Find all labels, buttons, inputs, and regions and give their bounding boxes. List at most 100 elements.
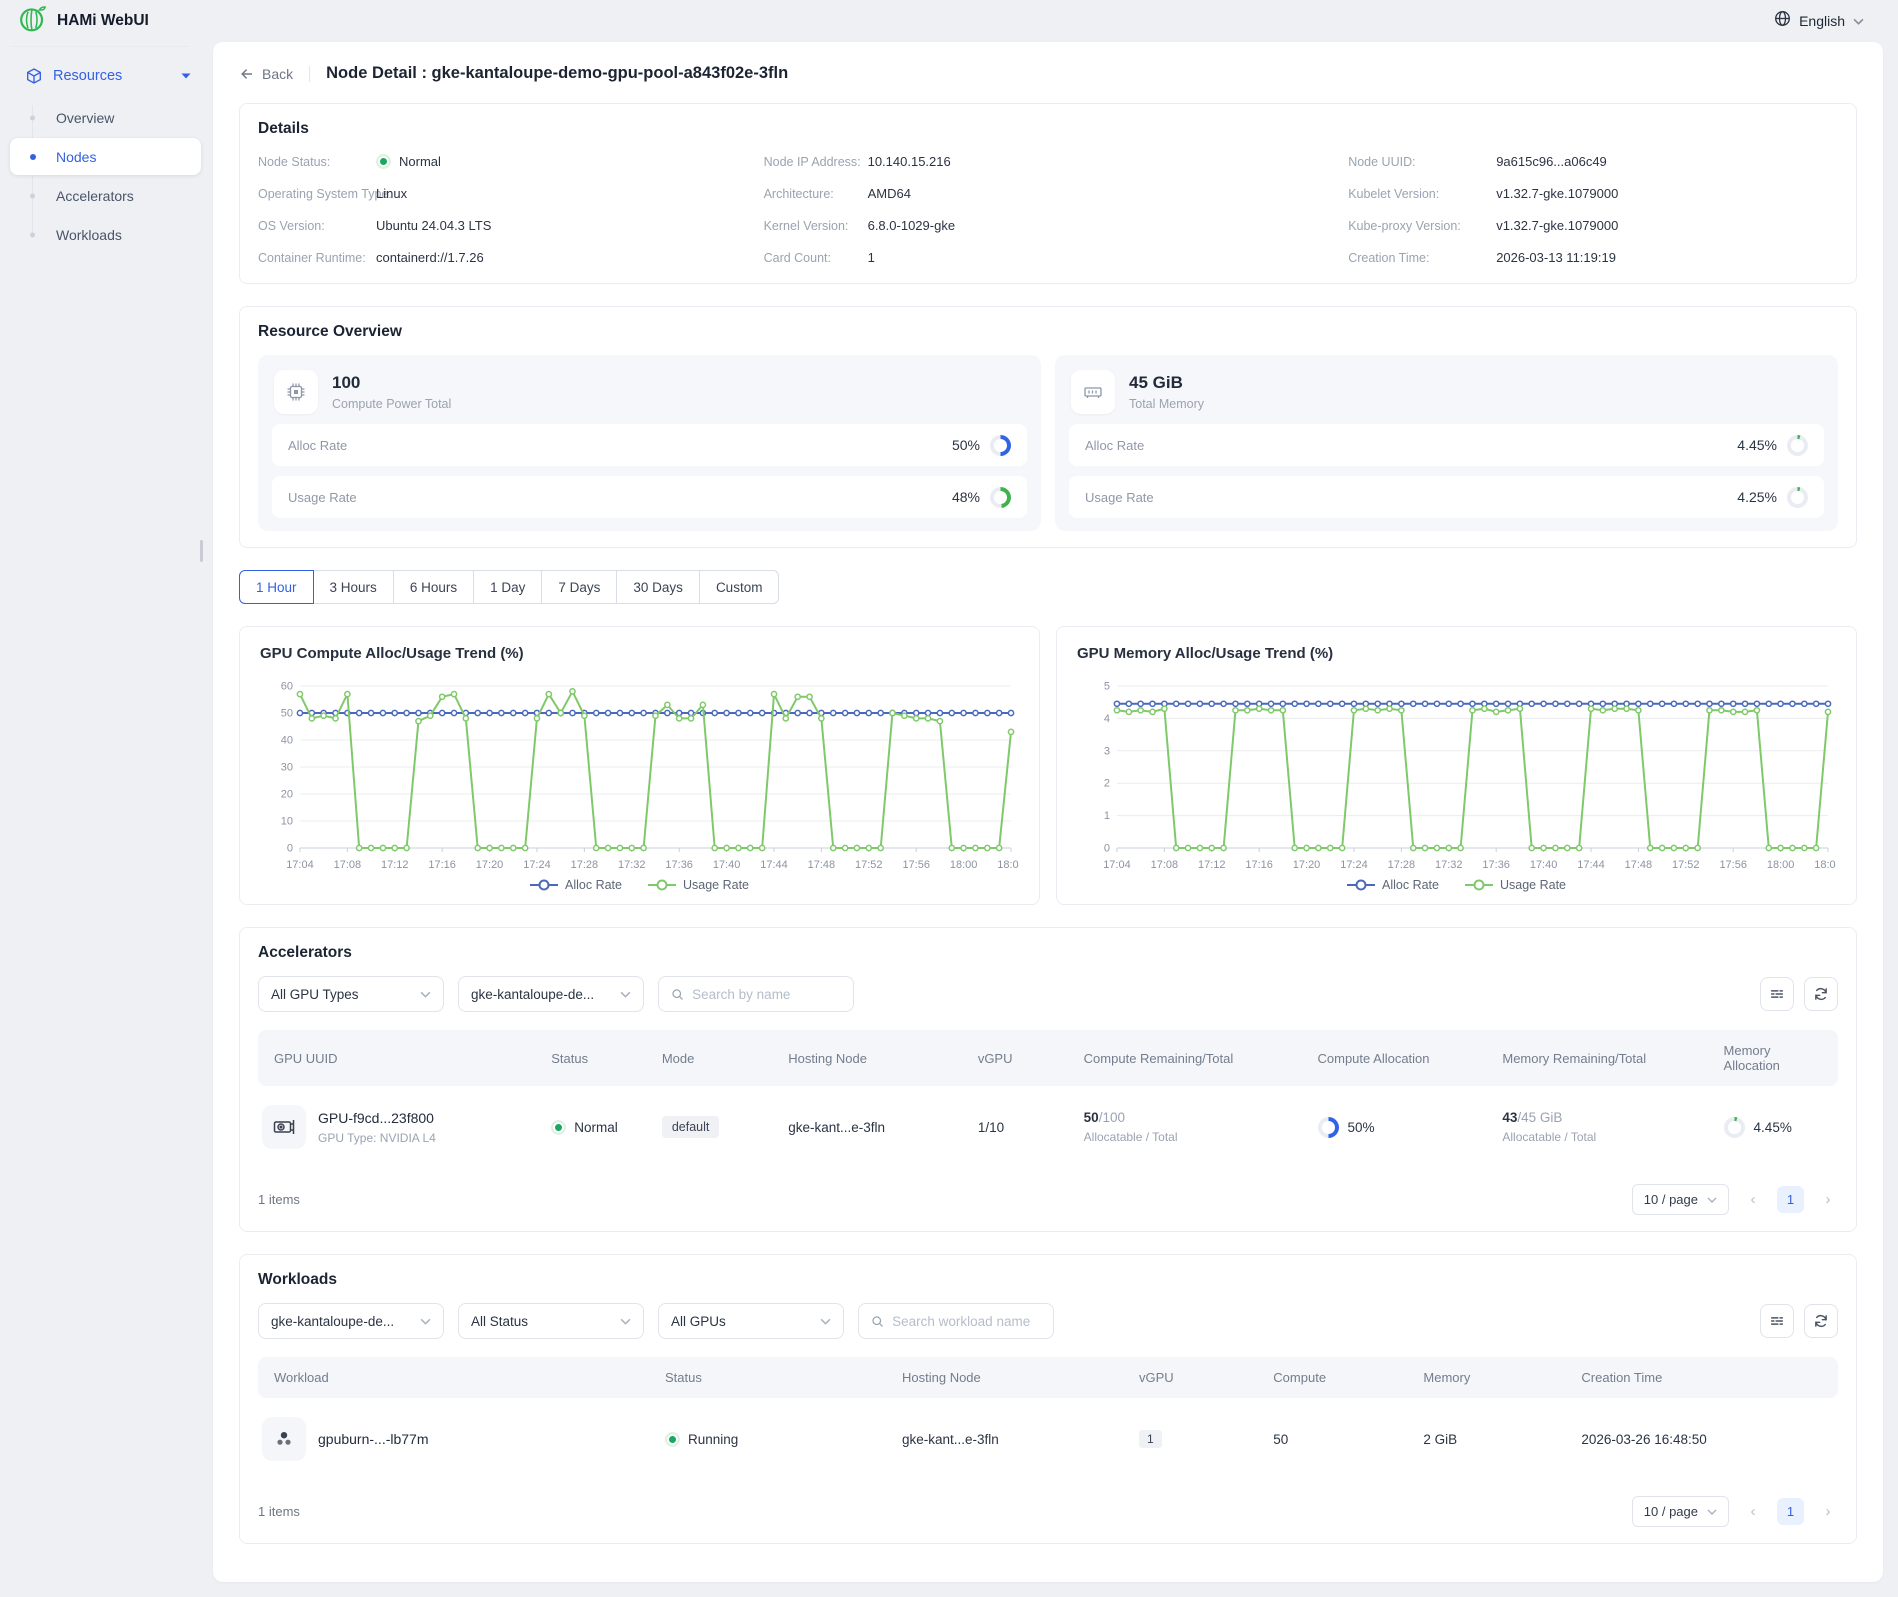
svg-text:17:48: 17:48 <box>1625 859 1652 871</box>
svg-text:50: 50 <box>281 707 293 719</box>
field-label: Card Count: <box>764 251 868 265</box>
accelerator-search-input[interactable] <box>692 987 841 1002</box>
panel-resize-handle[interactable] <box>200 540 203 562</box>
workload-gpu-select-value: All GPUs <box>671 1314 726 1329</box>
workload-node-select-value: gke-kantaloupe-de... <box>271 1314 394 1329</box>
tab-7-days[interactable]: 7 Days <box>541 570 617 604</box>
sidebar-item-workloads[interactable]: Workloads <box>10 216 201 253</box>
svg-text:18:00: 18:00 <box>1767 859 1794 871</box>
status-normal-icon <box>551 1120 566 1135</box>
sidebar-group-resources[interactable]: Resources <box>0 57 213 95</box>
rate-value: 48% <box>952 489 980 505</box>
svg-text:20: 20 <box>281 788 293 800</box>
vgpu-tag: 1 <box>1139 1430 1162 1448</box>
status-badge: Normal <box>551 1120 638 1135</box>
page-number[interactable]: 1 <box>1777 1186 1804 1213</box>
prev-page-button[interactable]: ‹ <box>1743 1503 1763 1520</box>
refresh-button[interactable] <box>1804 1304 1838 1338</box>
col-workload: Workload <box>258 1357 653 1398</box>
refresh-button[interactable] <box>1804 977 1838 1011</box>
col-compute-allocation: Compute Allocation <box>1306 1030 1491 1086</box>
gpu-memory-trend-chart: 01234517:0417:0817:1217:1617:2017:2417:2… <box>1077 678 1836 892</box>
legend-alloc-rate[interactable]: Alloc Rate <box>1347 878 1439 892</box>
workloads-card: Workloads gke-kantaloupe-de... All Statu… <box>239 1254 1857 1544</box>
usage-rate-donut <box>990 487 1011 508</box>
tab-1-day[interactable]: 1 Day <box>473 570 542 604</box>
compute-alloc-rate-row: Alloc Rate 50% <box>272 424 1027 466</box>
gpu-uuid-link[interactable]: GPU-f9cd...23f800 <box>318 1110 436 1126</box>
tab-6-hours[interactable]: 6 Hours <box>393 570 474 604</box>
node-select[interactable]: gke-kantaloupe-de... <box>458 976 644 1012</box>
sidebar-item-nodes[interactable]: Nodes <box>10 138 201 175</box>
field-value: v1.32.7-gke.1079000 <box>1496 186 1838 201</box>
app-title: HAMi WebUI <box>57 12 149 30</box>
compute-usage-rate-row: Usage Rate 48% <box>272 476 1027 518</box>
legend-alloc-rate[interactable]: Alloc Rate <box>530 878 622 892</box>
page-size-select[interactable]: 10 / page <box>1632 1184 1729 1215</box>
page-number[interactable]: 1 <box>1777 1498 1804 1525</box>
resource-overview-card: Resource Overview 100 Compute Power Tota… <box>239 306 1857 548</box>
tab-1-hour[interactable]: 1 Hour <box>239 570 314 604</box>
usage-rate-donut <box>1787 487 1808 508</box>
cpu-chip-icon <box>274 370 318 414</box>
col-compute-remaining: Compute Remaining/Total <box>1072 1030 1306 1086</box>
workload-search-input[interactable] <box>892 1314 1041 1329</box>
back-label: Back <box>262 66 293 82</box>
rate-label: Usage Rate <box>288 490 357 505</box>
next-page-button[interactable]: › <box>1818 1191 1838 1208</box>
pagination: 10 / page ‹ 1 › <box>1632 1496 1838 1527</box>
chart-legend: Alloc Rate Usage Rate <box>260 878 1019 892</box>
svg-text:30: 30 <box>281 761 293 773</box>
brand: HAMi WebUI <box>0 4 149 38</box>
field-label: Node UUID: <box>1348 155 1496 169</box>
legend-usage-rate[interactable]: Usage Rate <box>1465 878 1566 892</box>
prev-page-button[interactable]: ‹ <box>1743 1191 1763 1208</box>
refresh-icon <box>1813 1313 1829 1329</box>
next-page-button[interactable]: › <box>1818 1503 1838 1520</box>
workload-status-select[interactable]: All Status <box>458 1303 644 1339</box>
column-settings-button[interactable] <box>1760 977 1794 1011</box>
cube-icon <box>25 67 43 85</box>
language-selector[interactable]: English <box>1774 10 1864 32</box>
alloc-rate-donut <box>990 435 1011 456</box>
svg-text:17:24: 17:24 <box>1340 859 1367 871</box>
alloc-rate-donut <box>1787 435 1808 456</box>
compute-allocation: 50% <box>1318 1117 1479 1138</box>
workload-gpu-select[interactable]: All GPUs <box>658 1303 844 1339</box>
globe-icon <box>1774 10 1791 32</box>
svg-text:10: 10 <box>281 815 293 827</box>
workload-name-link[interactable]: gpuburn-...-lb77m <box>318 1431 429 1447</box>
gpu-type-select[interactable]: All GPU Types <box>258 976 444 1012</box>
col-memory-remaining: Memory Remaining/Total <box>1490 1030 1711 1086</box>
tab-30-days[interactable]: 30 Days <box>616 570 700 604</box>
sidebar-item-accelerators[interactable]: Accelerators <box>10 177 201 214</box>
memory-icon <box>1071 370 1115 414</box>
svg-text:17:32: 17:32 <box>618 859 645 871</box>
tab-3-hours[interactable]: 3 Hours <box>313 570 394 604</box>
field-label: Kernel Version: <box>764 219 868 233</box>
top-bar: HAMi WebUI English <box>0 0 1898 42</box>
tab-custom[interactable]: Custom <box>699 570 780 604</box>
table-row[interactable]: GPU-f9cd...23f800 GPU Type: NVIDIA L4 No… <box>258 1086 1838 1168</box>
page-size-select[interactable]: 10 / page <box>1632 1496 1729 1527</box>
main-content: Back Node Detail : gke-kantaloupe-demo-g… <box>213 42 1883 1582</box>
compute-allocation-value: 50% <box>1348 1120 1375 1135</box>
svg-text:17:20: 17:20 <box>476 859 503 871</box>
workload-node-select[interactable]: gke-kantaloupe-de... <box>258 1303 444 1339</box>
sidebar-item-overview[interactable]: Overview <box>10 99 201 136</box>
back-button[interactable]: Back <box>239 66 293 82</box>
field-label: OS Version: <box>258 219 376 233</box>
field-os-type: Operating System Type:Linux <box>258 184 764 203</box>
field-label: Architecture: <box>764 187 868 201</box>
chart-title: GPU Compute Alloc/Usage Trend (%) <box>260 645 1019 662</box>
table-row[interactable]: gpuburn-...-lb77m Running gke-kant...e-3… <box>258 1398 1838 1480</box>
search-icon <box>871 1314 884 1329</box>
legend-usage-rate[interactable]: Usage Rate <box>648 878 749 892</box>
column-settings-button[interactable] <box>1760 1304 1794 1338</box>
compute-remaining-total: 50/100 <box>1084 1110 1294 1125</box>
svg-text:2: 2 <box>1104 778 1110 790</box>
svg-text:17:16: 17:16 <box>428 859 455 871</box>
header-separator <box>309 66 310 82</box>
caret-down-icon <box>181 73 191 79</box>
mode-tag: default <box>662 1116 720 1138</box>
